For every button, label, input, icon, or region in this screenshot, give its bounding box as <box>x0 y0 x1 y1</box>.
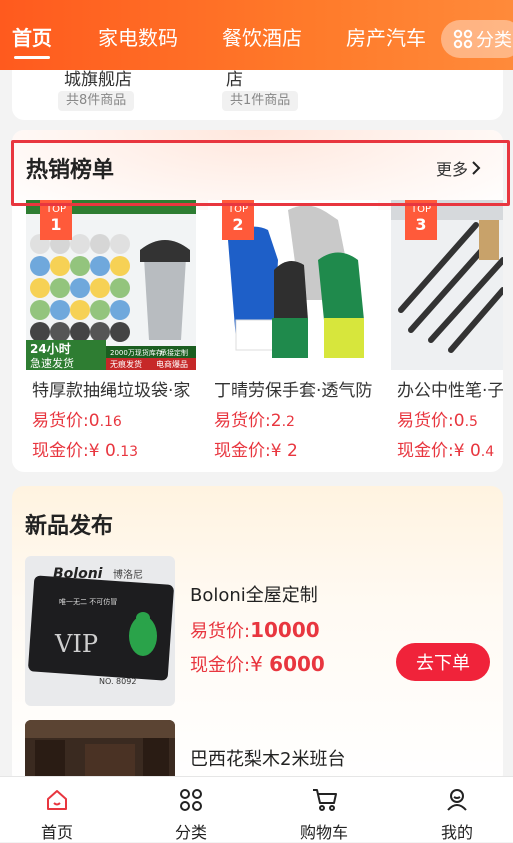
cash-price: 现金价:¥ 6000 <box>190 652 325 676</box>
banner-fast-ship: 急速发货 <box>30 356 74 370</box>
bottom-tab-cart[interactable]: 购物车 <box>279 777 369 843</box>
new-product-name: 巴西花梨木2米班台 <box>190 749 346 770</box>
card-brand: Boloni <box>53 566 103 582</box>
tab-home[interactable]: 首页 <box>12 22 52 51</box>
banner-24h: 24小时 <box>30 341 71 356</box>
card-slogan: 唯一无二 不可仿冒 <box>59 597 117 606</box>
store-product-count: 共1件商品 <box>222 91 299 111</box>
chevron-right-icon <box>472 161 481 175</box>
product-image-trash-bags[interactable]: 24小时 急速发货 2000万现货库存 承接定制 无痕发货 电商爆品 TOP 1 <box>26 200 196 370</box>
tag-bestseller: 电商爆品 <box>156 359 188 369</box>
new-product-image-boloni[interactable]: Boloni 博洛尼 唯一无二 不可仿冒 VIP NO. 8092 <box>25 556 175 706</box>
top-category-nav: 首页 家电数码 餐饮酒店 房产汽车 分类 <box>0 0 513 70</box>
tag-stock: 2000万现货库存 <box>110 348 163 357</box>
new-products-title: 新品发布 <box>25 514 114 539</box>
bottom-tab-label: 购物车 <box>299 823 348 842</box>
barter-price: 易货价:0.5 <box>397 411 478 431</box>
rank-badge: TOP 3 <box>405 200 437 240</box>
bottom-tab-label: 首页 <box>40 823 73 842</box>
bottom-tab-bar: 首页 分类 购物车 我的 <box>0 776 513 842</box>
new-product-name: Boloni全屋定制 <box>190 585 318 606</box>
home-icon <box>47 790 67 810</box>
barter-price: 易货价:2.2 <box>214 411 295 431</box>
tab-appliances-digital[interactable]: 家电数码 <box>98 22 178 51</box>
bottom-tab-mine[interactable]: 我的 <box>412 777 502 843</box>
hot-ranking-title: 热销榜单 <box>26 158 115 183</box>
new-product-image-desk[interactable] <box>25 720 175 780</box>
grid-icon <box>453 29 473 49</box>
category-label: 分类 <box>476 30 512 51</box>
barter-price: 易货价:0.16 <box>32 411 122 431</box>
cash-price: 现金价:¥ 0.13 <box>32 441 139 461</box>
hot-product-card[interactable]: TOP 3 办公中性笔·子 易货价:0.5 现金价:¥ 0.4 <box>391 200 503 470</box>
card-brand-cn: 博洛尼 <box>113 568 143 581</box>
card-vip: VIP <box>54 630 98 658</box>
bottom-tab-label: 我的 <box>440 823 473 842</box>
card-number: NO. 8092 <box>99 677 136 686</box>
cart-icon <box>313 789 337 811</box>
product-name: 丁晴劳保手套·透气防 <box>214 381 373 401</box>
rank-badge: TOP 2 <box>222 200 254 240</box>
user-icon <box>447 789 467 811</box>
bottom-tab-category[interactable]: 分类 <box>146 777 236 843</box>
product-name: 办公中性笔·子 <box>397 381 503 401</box>
cash-price: 现金价:¥ 2 <box>214 441 298 461</box>
grid-icon <box>180 789 202 811</box>
bottom-tab-label: 分类 <box>174 823 207 842</box>
tag-custom: 承接定制 <box>160 348 188 357</box>
bottom-tab-home[interactable]: 首页 <box>12 777 102 843</box>
product-image-gloves[interactable]: TOP 2 <box>208 200 378 370</box>
cash-price: 现金价:¥ 0.4 <box>397 441 495 461</box>
rank-badge: TOP 1 <box>40 200 72 240</box>
barter-price: 易货价:10000 <box>190 618 320 642</box>
product-image-pens[interactable]: TOP 3 <box>391 200 503 370</box>
tab-dining-hotel[interactable]: 餐饮酒店 <box>222 22 302 51</box>
more-link[interactable]: 更多 <box>436 156 481 180</box>
category-button[interactable]: 分类 <box>441 20 513 58</box>
product-name: 特厚款抽绳垃圾袋·家 <box>32 381 191 401</box>
tag-no-trace: 无痕发货 <box>110 359 142 369</box>
store-product-count: 共8件商品 <box>58 91 135 111</box>
more-label: 更多 <box>436 160 469 179</box>
active-tab-indicator <box>14 56 50 59</box>
tab-property-auto[interactable]: 房产汽车 <box>346 22 426 51</box>
place-order-button[interactable]: 去下单 <box>396 643 490 681</box>
